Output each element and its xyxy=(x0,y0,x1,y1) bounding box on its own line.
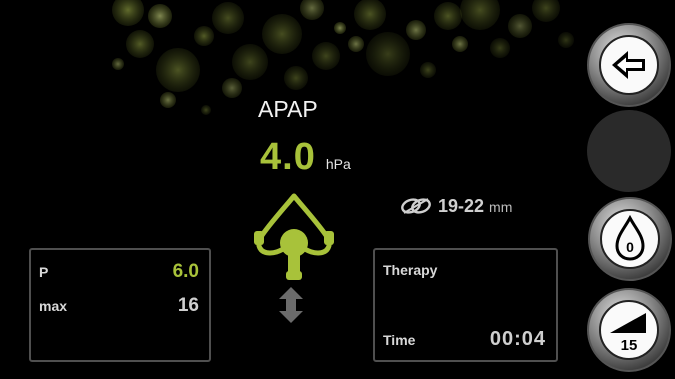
tube-link-icon xyxy=(401,198,431,214)
pressure-value: 4.0 xyxy=(260,136,316,178)
therapy-time-value: 00:04 xyxy=(489,328,546,350)
pressure-readout: 4.0 hPa xyxy=(260,136,351,179)
therapy-time-row: Time 00:04 xyxy=(383,328,546,351)
setting-value-max: 16 xyxy=(177,295,199,316)
ramp-minutes: 15 xyxy=(621,337,638,354)
setting-value-p: 6.0 xyxy=(172,261,199,282)
therapy-mode-label: APAP xyxy=(258,96,318,122)
settings-panel[interactable]: P 6.0 max 16 xyxy=(29,248,211,362)
mask-icon xyxy=(254,193,334,280)
back-button[interactable] xyxy=(586,22,672,108)
ramp-button[interactable]: 15 xyxy=(586,287,672,373)
mask-size-unit: mm xyxy=(489,199,513,215)
therapy-panel[interactable]: Therapy Time 00:04 xyxy=(373,248,558,362)
setting-label-max: max xyxy=(39,298,68,314)
mask-size-readout: 19-22 mm xyxy=(398,194,512,217)
therapy-time-label: Time xyxy=(383,332,416,348)
setting-label-p: P xyxy=(39,264,49,280)
up-down-arrow-icon xyxy=(279,287,303,323)
pressure-unit: hPa xyxy=(325,156,351,172)
therapy-title: Therapy xyxy=(383,262,438,278)
humidifier-button[interactable]: 0 xyxy=(587,196,673,282)
blank-button-slot xyxy=(587,110,671,192)
humidifier-level: 0 xyxy=(626,239,634,255)
mask-size-value: 19-22 xyxy=(438,196,485,216)
setting-row-max: max 16 xyxy=(39,295,199,317)
device-screen: APAP 4.0 hPa 19-22 mm P 6.0 max 16 Thera… xyxy=(0,0,675,379)
therapy-title-row: Therapy xyxy=(383,262,546,278)
setting-row-pressure: P 6.0 xyxy=(39,261,199,283)
